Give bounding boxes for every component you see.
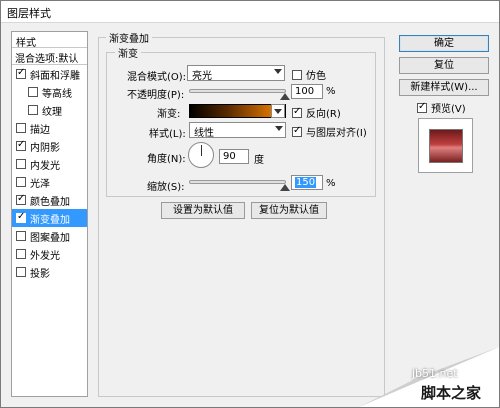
style-list-header[interactable]: 样式 <box>12 32 87 49</box>
gradient-label: 渐变: <box>157 109 181 120</box>
checkbox-icon[interactable] <box>16 123 26 133</box>
checkbox-icon[interactable] <box>16 67 26 79</box>
ok-button[interactable]: 确定 <box>399 35 489 52</box>
checkbox-icon <box>292 69 302 80</box>
dither-checkbox[interactable]: 仿色 <box>292 67 326 82</box>
style-list-item-label: 纹理 <box>42 106 62 118</box>
style-list-item-label: 渐变叠加 <box>30 214 70 226</box>
style-list-item[interactable]: 内阴影 <box>12 137 87 155</box>
reverse-label: 反向(R) <box>306 109 341 120</box>
style-list-item[interactable]: 斜面和浮雕 <box>12 65 87 83</box>
opacity-input[interactable]: 100 <box>291 84 323 99</box>
angle-unit: 度 <box>254 155 264 166</box>
preview-checkbox[interactable]: 预览(V) <box>417 100 466 115</box>
style-list-item[interactable]: 内发光 <box>12 155 87 173</box>
scale-label: 缩放(S): <box>147 182 185 193</box>
group-title: 渐变叠加 <box>106 30 152 45</box>
opacity-label: 不透明度(P): <box>127 90 185 101</box>
scale-slider[interactable] <box>189 180 286 184</box>
checkbox-icon[interactable] <box>28 87 38 97</box>
angle-label: 角度(N): <box>147 154 186 165</box>
make-default-button[interactable]: 设置为默认值 <box>161 202 245 219</box>
title-bar[interactable]: 图层样式 <box>1 1 499 23</box>
style-list-item[interactable]: 描边 <box>12 119 87 137</box>
opacity-unit: % <box>326 86 336 97</box>
scale-input[interactable]: 150 <box>291 175 323 190</box>
scale-slider-thumb[interactable] <box>280 184 290 191</box>
blend-mode-label: 混合模式(O): <box>127 72 187 83</box>
style-list-item-label: 外发光 <box>30 250 60 262</box>
checkbox-icon[interactable] <box>16 211 26 223</box>
style-list-item-label: 等高线 <box>42 88 72 100</box>
checkbox-icon[interactable] <box>16 267 26 277</box>
checkbox-icon <box>292 106 302 118</box>
style-list-item[interactable]: 外发光 <box>12 245 87 263</box>
style-list-item-label: 投影 <box>30 268 50 280</box>
blend-mode-select[interactable]: 亮光 <box>187 65 285 82</box>
chevron-down-icon <box>274 69 282 74</box>
style-list-item[interactable]: 颜色叠加 <box>12 191 87 209</box>
style-list-item[interactable]: 光泽 <box>12 173 87 191</box>
style-label: 样式(L): <box>149 129 186 140</box>
opacity-value: 100 <box>295 86 315 97</box>
checkbox-icon <box>292 125 302 137</box>
checkbox-icon <box>417 101 427 113</box>
align-with-layer-checkbox[interactable]: 与图层对齐(I) <box>292 124 367 139</box>
style-list-item-label: 光泽 <box>30 178 50 190</box>
layer-style-dialog: 图层样式 样式 混合选项:默认 斜面和浮雕等高线纹理描边内阴影内发光光泽颜色叠加… <box>0 0 500 408</box>
preview-swatch <box>429 129 463 163</box>
style-list-item-label: 描边 <box>30 124 50 136</box>
gradient-style-select[interactable]: 线性 <box>189 122 286 139</box>
style-list-item[interactable]: 图案叠加 <box>12 227 87 245</box>
watermark-site: jb51.net <box>412 367 458 380</box>
scale-unit: % <box>326 178 336 189</box>
new-style-button[interactable]: 新建样式(W)... <box>399 79 489 96</box>
style-list-item-label: 内发光 <box>30 160 60 172</box>
checkbox-icon[interactable] <box>16 159 26 169</box>
style-list: 样式 混合选项:默认 斜面和浮雕等高线纹理描边内阴影内发光光泽颜色叠加渐变叠加图… <box>11 31 88 397</box>
chevron-down-icon <box>275 126 283 131</box>
align-label: 与图层对齐(I) <box>306 128 367 139</box>
gradient-picker-button[interactable] <box>271 104 285 118</box>
reverse-checkbox[interactable]: 反向(R) <box>292 105 341 120</box>
angle-needle <box>201 145 202 156</box>
opacity-slider[interactable] <box>189 89 286 93</box>
watermark-name: 脚本之家 <box>421 384 482 402</box>
checkbox-icon[interactable] <box>16 193 26 205</box>
reset-default-button[interactable]: 复位为默认值 <box>251 202 327 219</box>
style-list-item-label: 内阴影 <box>30 142 60 154</box>
angle-input[interactable]: 90 <box>219 149 249 164</box>
preview-label: 预览(V) <box>431 104 466 115</box>
angle-value: 90 <box>223 151 236 162</box>
style-list-item[interactable]: 渐变叠加 <box>12 209 87 227</box>
checkbox-icon[interactable] <box>16 177 26 187</box>
style-list-item[interactable]: 等高线 <box>12 83 87 101</box>
subgroup-title: 渐变 <box>115 45 141 60</box>
style-items: 斜面和浮雕等高线纹理描边内阴影内发光光泽颜色叠加渐变叠加图案叠加外发光投影 <box>12 65 87 281</box>
style-list-item-label: 颜色叠加 <box>30 196 70 208</box>
checkbox-icon[interactable] <box>16 249 26 259</box>
window-title: 图层样式 <box>7 7 51 20</box>
style-list-item[interactable]: 投影 <box>12 263 87 281</box>
checkbox-icon[interactable] <box>28 105 38 115</box>
gradient-style-value: 线性 <box>194 128 214 139</box>
opacity-slider-thumb[interactable] <box>280 93 290 100</box>
scale-value: 150 <box>295 177 317 188</box>
blend-mode-value: 亮光 <box>192 71 212 82</box>
reset-button[interactable]: 复位 <box>399 57 489 74</box>
checkbox-icon[interactable] <box>16 139 26 151</box>
blend-options-item[interactable]: 混合选项:默认 <box>12 48 87 65</box>
checkbox-icon[interactable] <box>16 231 26 241</box>
chevron-down-icon <box>274 109 282 114</box>
style-list-item-label: 图案叠加 <box>30 232 70 244</box>
style-list-item-label: 斜面和浮雕 <box>30 70 80 82</box>
style-list-item[interactable]: 纹理 <box>12 101 87 119</box>
dither-label: 仿色 <box>306 71 326 82</box>
style-preview <box>418 118 473 173</box>
angle-dial[interactable] <box>188 142 214 168</box>
